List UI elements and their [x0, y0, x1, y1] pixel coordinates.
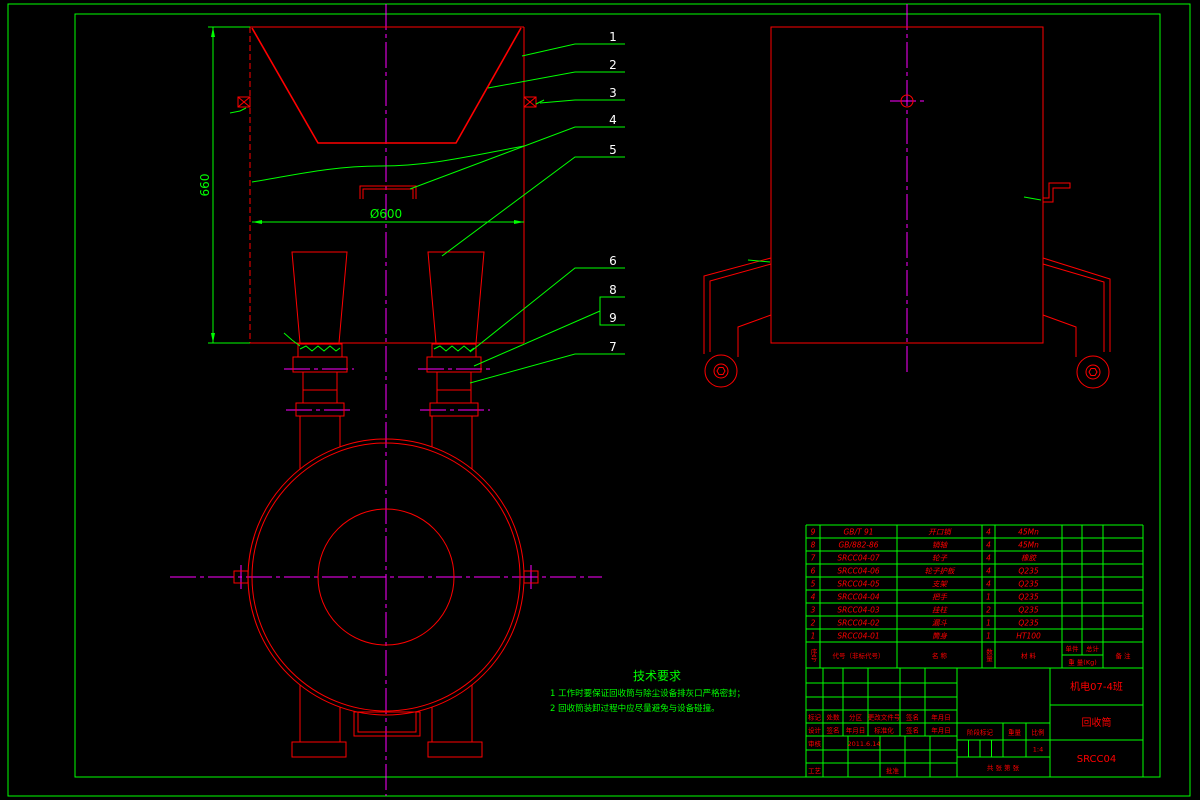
parts-list-quantity-cell: 4 [986, 567, 991, 576]
parts-list-material-cell: Q235 [1018, 619, 1038, 628]
parts-list-material-cell: Q235 [1018, 567, 1038, 576]
header-remarks: 备 注 [1115, 651, 1131, 660]
callout-number: 1 [609, 30, 617, 44]
diameter-dimension: Ø600 [370, 207, 402, 221]
stage-mark-label: 阶段标记 [967, 728, 994, 737]
header-weight: 重 量(Kg) [1068, 659, 1097, 667]
parts-list-name-cell: 把手 [932, 593, 947, 602]
standardization-label: 标准化 [874, 726, 894, 735]
parts-list-code-cell: SRCC04-07 [837, 554, 879, 563]
revision-signature-label: 签名 [906, 713, 919, 722]
parts-list-name-cell: 销轴 [932, 541, 948, 550]
parts-list-index-cell: 6 [811, 567, 816, 576]
design-label: 设计 [808, 726, 822, 735]
parts-list-quantity-cell: 4 [986, 541, 991, 550]
parts-list-code-cell: SRCC04-06 [837, 567, 879, 576]
header-index: 序号 [809, 647, 817, 663]
sheet-count: 共 张 第 张 [987, 763, 1020, 772]
callout-number: 9 [609, 311, 617, 325]
revision-doc-label: 更改文件号 [868, 713, 901, 722]
callout-number: 8 [609, 283, 617, 297]
callout-number: 5 [609, 143, 617, 157]
parts-list-material-cell: 45Mn [1018, 541, 1039, 550]
header-total-weight: 总计 [1086, 644, 1100, 653]
tech-req-item: 1 工作时要保证回收筒与除尘设备排灰口严格密封； [550, 688, 745, 699]
parts-list-quantity-cell: 4 [986, 580, 991, 589]
parts-list-name-cell: 开口销 [928, 528, 952, 537]
parts-list-material-cell: 45Mn [1018, 528, 1039, 537]
header-code: 代号（非标代号） [833, 651, 885, 660]
callout-number: 3 [609, 86, 617, 100]
parts-list-material-cell: 橡胶 [1021, 554, 1038, 563]
design-signature-label: 签名 [827, 726, 840, 735]
tech-req-title: 技术要求 [633, 669, 681, 683]
parts-list-quantity-cell: 1 [986, 632, 991, 641]
callout-number: 4 [609, 113, 617, 127]
header-unit-weight: 单件 [1066, 644, 1080, 653]
parts-list-index-cell: 2 [811, 619, 816, 628]
header-quantity: 数量 [985, 647, 993, 662]
parts-list-index-cell: 5 [811, 580, 816, 589]
design-date-label: 年月日 [846, 726, 866, 735]
height-dimension: 660 [198, 174, 212, 197]
process-label: 工艺 [808, 767, 822, 775]
scale-label: 比例 [1032, 728, 1045, 737]
parts-list-index-cell: 1 [811, 632, 816, 641]
drawing-date: 2011.6.14 [847, 740, 880, 748]
parts-list-code-cell: SRCC04-03 [837, 606, 879, 615]
parts-list-material-cell: Q235 [1018, 606, 1038, 615]
parts-list-name-cell: 支架 [932, 580, 948, 589]
parts-list-name-cell: 挂柱 [932, 606, 948, 615]
parts-list-code-cell: SRCC04-02 [837, 619, 879, 628]
drawing-number: SRCC04 [1077, 754, 1117, 765]
approve-label: 批准 [886, 766, 900, 775]
sheet-background [0, 0, 1200, 800]
parts-list-code-cell: SRCC04-01 [837, 632, 879, 641]
parts-list-index-cell: 8 [811, 541, 816, 550]
callout-number: 2 [609, 58, 617, 72]
parts-list-material-cell: Q235 [1018, 580, 1038, 589]
parts-list-quantity-cell: 1 [986, 593, 991, 602]
parts-list-index-cell: 4 [811, 593, 816, 602]
parts-list-material-cell: HT100 [1016, 632, 1041, 641]
parts-list-quantity-cell: 2 [986, 606, 991, 615]
parts-list-index-cell: 7 [811, 554, 816, 563]
callout-number: 6 [609, 254, 617, 268]
scale-value: 1:4 [1033, 746, 1043, 754]
parts-list-code-cell: SRCC04-05 [837, 580, 879, 589]
standardization-signature-label: 签名 [906, 726, 919, 735]
revision-zone-label: 分区 [849, 713, 863, 722]
review-label: 审核 [808, 739, 822, 748]
cad-drawing-sheet: 660 Ø600 1 2 3 4 5 6 8 9 7 技术要求 1 工作时要保证… [0, 0, 1200, 800]
parts-list-material-cell: Q235 [1018, 593, 1038, 602]
parts-list-name-cell: 轮子 [932, 554, 947, 563]
parts-list-index-cell: 9 [811, 528, 816, 537]
parts-list-code-cell: SRCC04-04 [837, 593, 879, 602]
parts-list-name-cell: 轮子护板 [925, 567, 956, 576]
parts-list-quantity-cell: 4 [986, 554, 991, 563]
parts-list-quantity-cell: 4 [986, 528, 991, 537]
drawing-name: 回收筒 [1082, 716, 1112, 729]
parts-list-code-cell: GB/882-86 [838, 541, 878, 550]
tech-req-item: 2 回收筒装卸过程中应尽量避免与设备碰撞。 [550, 703, 720, 714]
revision-mark-label: 标记 [808, 713, 822, 722]
header-name: 名 称 [932, 651, 948, 660]
standardization-date-label: 年月日 [931, 726, 951, 735]
revision-date-label: 年月日 [931, 713, 951, 722]
parts-list-index-cell: 3 [811, 606, 816, 615]
callout-number: 7 [609, 340, 617, 354]
weight-label: 重量 [1008, 729, 1022, 737]
parts-list-quantity-cell: 1 [986, 619, 991, 628]
class-name: 机电07-4班 [1070, 680, 1123, 693]
parts-list-name-cell: 漏斗 [932, 619, 947, 628]
header-material: 材 料 [1021, 651, 1037, 660]
parts-list-name-cell: 筒身 [932, 632, 947, 641]
parts-list-code-cell: GB/T 91 [844, 528, 874, 537]
revision-count-label: 处数 [827, 713, 841, 722]
